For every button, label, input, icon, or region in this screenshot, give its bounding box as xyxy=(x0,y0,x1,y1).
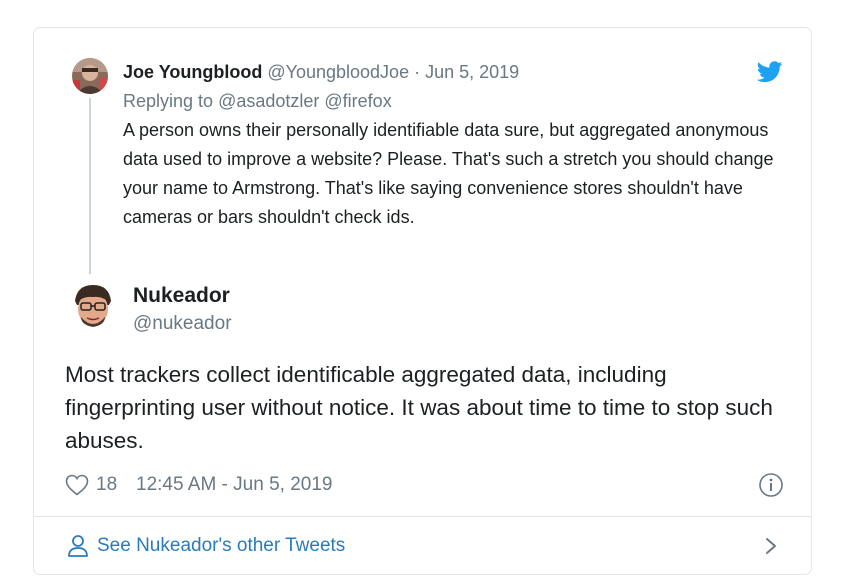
parent-tweet-date[interactable]: Jun 5, 2019 xyxy=(425,62,519,82)
thread-connector-line xyxy=(89,98,91,274)
main-author-name[interactable]: Nukeador xyxy=(133,283,230,309)
parent-author-avatar[interactable] xyxy=(72,58,108,94)
see-other-tweets-label: See Nukeador's other Tweets xyxy=(97,535,346,556)
main-tweet-text: Most trackers collect identificable aggr… xyxy=(65,362,773,453)
parent-author-handle[interactable]: @YoungbloodJoe xyxy=(267,62,409,82)
main-author-handle[interactable]: @nukeador xyxy=(133,312,232,336)
replying-to-line: Replying to @asadotzler @firefox xyxy=(123,90,392,112)
like-button[interactable]: 18 xyxy=(65,473,117,497)
parent-tweet-header: Joe Youngblood @YoungbloodJoe · Jun 5, 2… xyxy=(123,61,519,83)
header-separator: · xyxy=(414,62,421,82)
embedded-tweet-card: Joe Youngblood @YoungbloodJoe · Jun 5, 2… xyxy=(33,27,812,575)
user-photo-avatar-icon xyxy=(72,58,108,94)
cartoon-avatar-icon xyxy=(67,281,119,333)
parent-author-name[interactable]: Joe Youngblood xyxy=(123,62,262,82)
twitter-bird-icon[interactable] xyxy=(756,61,783,83)
tweet-timestamp[interactable]: 12:45 AM - Jun 5, 2019 xyxy=(136,473,332,497)
replying-to-handles[interactable]: @asadotzler @firefox xyxy=(218,91,392,111)
info-icon[interactable] xyxy=(758,472,784,498)
person-icon xyxy=(67,534,89,558)
heart-icon xyxy=(65,474,89,496)
chevron-right-icon xyxy=(762,534,780,558)
see-other-tweets-link[interactable]: See Nukeador's other Tweets xyxy=(34,517,811,575)
replying-prefix: Replying to xyxy=(123,91,214,111)
parent-tweet-text: A person owns their personally identifia… xyxy=(123,120,774,227)
like-count: 18 xyxy=(96,474,118,495)
main-author-avatar[interactable] xyxy=(67,281,119,333)
